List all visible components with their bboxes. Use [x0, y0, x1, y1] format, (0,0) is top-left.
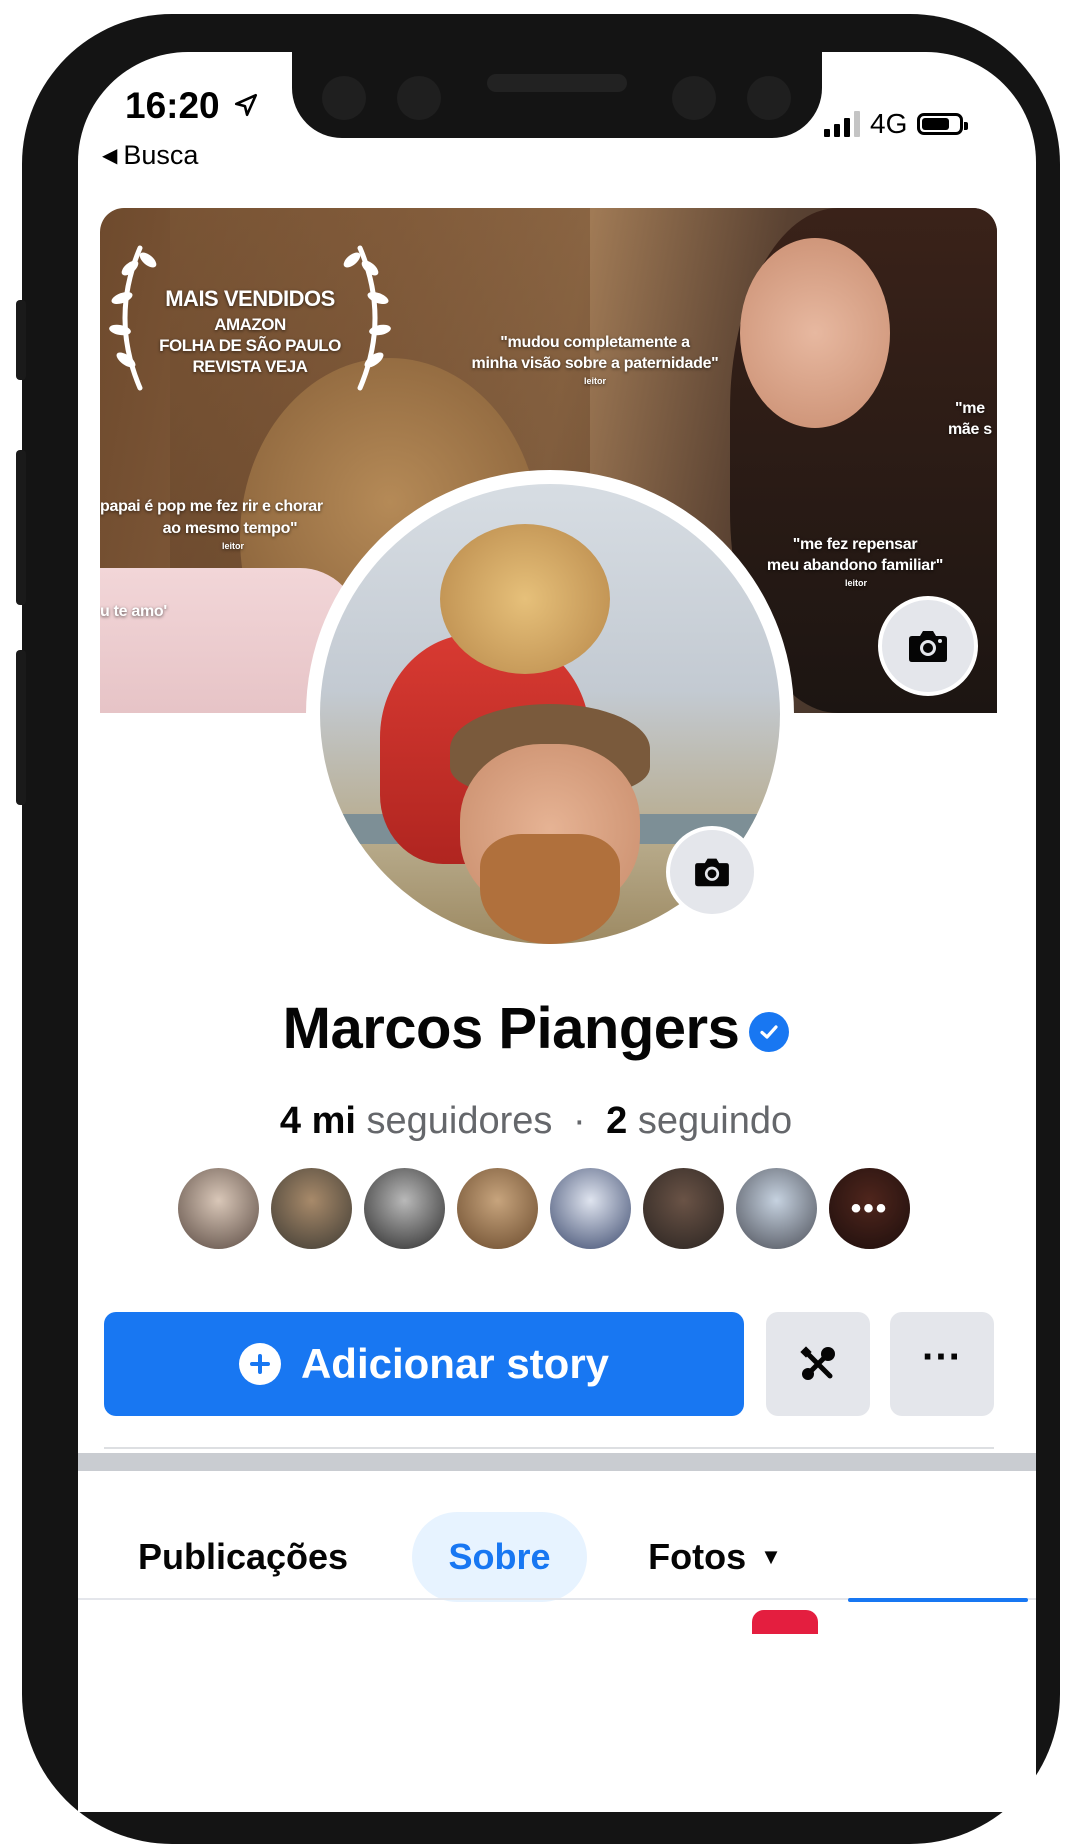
- tab-photos[interactable]: Fotos ▼: [630, 1512, 800, 1602]
- quote-author: leitor: [583, 376, 606, 386]
- section-divider: [78, 1453, 1036, 1471]
- friend-avatar[interactable]: [271, 1168, 352, 1249]
- network-type: 4G: [870, 108, 908, 139]
- award-line: AMAZON: [214, 315, 286, 334]
- quote-line: u te amo': [100, 603, 167, 620]
- mutual-friends-avatars: •••: [178, 1168, 910, 1249]
- quote-author: leitor: [221, 541, 244, 551]
- quote-line: "mudou completamente a: [500, 334, 690, 351]
- more-options-button[interactable]: ···: [890, 1312, 994, 1416]
- status-indicators: 4G: [824, 108, 969, 140]
- following-count: 2: [606, 1100, 628, 1142]
- follow-stats: 4 mi seguidores · 2 seguindo: [0, 1100, 1072, 1143]
- followers-link[interactable]: 4 mi seguidores: [280, 1100, 553, 1142]
- followers-label: seguidores: [366, 1100, 553, 1142]
- quote-line: meu abandono familiar": [766, 557, 944, 574]
- side-button: [16, 450, 26, 605]
- add-story-button[interactable]: Adicionar story: [104, 1312, 744, 1416]
- profile-name-row: Marcos Piangers: [0, 995, 1072, 1062]
- tab-posts-label: Publicações: [137, 1536, 349, 1577]
- more-friends-dots: •••: [829, 1168, 910, 1249]
- tab-about-label: Sobre: [448, 1536, 551, 1577]
- side-button: [16, 650, 26, 805]
- award-title: MAIS VENDIDOS: [165, 286, 335, 311]
- status-time: 16:20: [125, 85, 220, 126]
- tab-about[interactable]: Sobre: [412, 1512, 587, 1602]
- quote-line: ao mesmo tempo": [162, 520, 298, 537]
- plus-circle-icon: [238, 1343, 281, 1385]
- back-label: Busca: [123, 140, 199, 170]
- signal-icon: [824, 111, 860, 137]
- more-friends-avatar[interactable]: •••: [829, 1168, 910, 1249]
- friend-avatar[interactable]: [178, 1168, 259, 1249]
- battery-icon: [917, 113, 969, 135]
- location-arrow-icon: [234, 93, 258, 117]
- side-button: [16, 300, 26, 380]
- back-to-search-link[interactable]: ◀ Busca: [102, 140, 198, 171]
- followers-count: 4 mi: [279, 1100, 356, 1142]
- award-line: FOLHA DE SÃO PAULO: [159, 336, 341, 355]
- quote-line: "me: [955, 400, 985, 417]
- profile-name: Marcos Piangers: [282, 996, 740, 1061]
- edit-profile-picture-button[interactable]: [666, 826, 758, 918]
- following-label: seguindo: [637, 1100, 793, 1142]
- back-triangle-icon: ◀: [102, 145, 118, 167]
- verified-badge-icon: [749, 1011, 790, 1052]
- more-dots-icon: ···: [922, 1335, 962, 1379]
- friend-avatar[interactable]: [364, 1168, 445, 1249]
- quote-line: "me fez repensar: [792, 536, 918, 553]
- friend-avatar[interactable]: [457, 1168, 538, 1249]
- friend-avatar[interactable]: [736, 1168, 817, 1249]
- friend-avatar[interactable]: [643, 1168, 724, 1249]
- tab-posts[interactable]: Publicações: [118, 1512, 368, 1602]
- edit-profile-tools-button[interactable]: [766, 1312, 870, 1416]
- quote-line: papai é pop me fez rir e chorar: [100, 498, 323, 515]
- notification-badge: [752, 1610, 818, 1634]
- award-line: REVISTA VEJA: [192, 357, 308, 376]
- active-tab-indicator: [848, 1598, 1028, 1602]
- tab-photos-label: Fotos: [648, 1536, 747, 1577]
- camera-icon: [909, 631, 947, 662]
- edit-cover-camera-button[interactable]: [878, 596, 978, 696]
- camera-icon: [695, 858, 729, 887]
- divider: [104, 1447, 994, 1449]
- notch: [292, 52, 822, 138]
- friend-avatar[interactable]: [550, 1168, 631, 1249]
- stats-separator: ·: [572, 1100, 586, 1142]
- quote-author: leitor: [844, 578, 867, 588]
- caret-down-icon: ▼: [760, 1544, 782, 1569]
- tools-icon: [800, 1346, 835, 1380]
- following-link[interactable]: 2 seguindo: [606, 1100, 792, 1142]
- quote-line: minha visão sobre a paternidade": [471, 355, 719, 372]
- add-story-label: Adicionar story: [300, 1340, 610, 1387]
- quote-line: mãe s: [948, 421, 992, 438]
